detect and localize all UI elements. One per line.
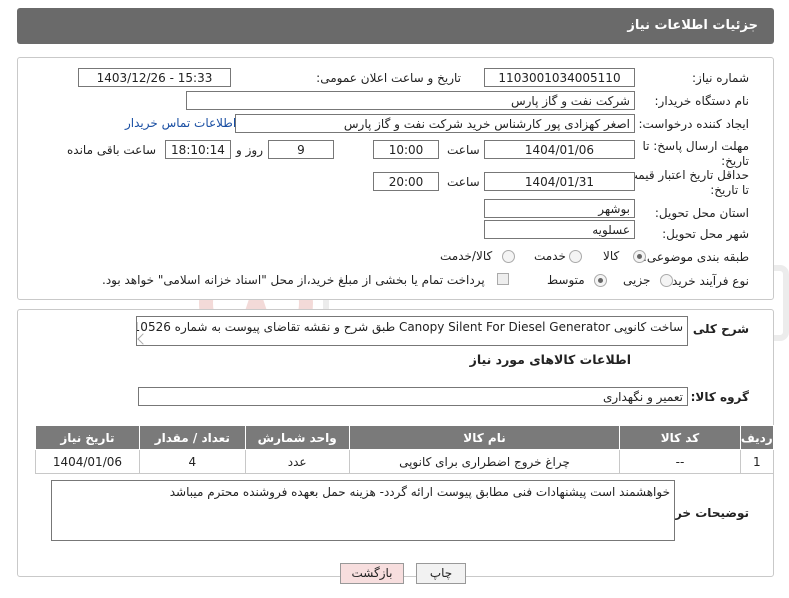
col-unit: واحد شمارش [244, 425, 350, 450]
category-radio-goods-service[interactable] [502, 250, 515, 263]
col-name: نام کالا [348, 425, 621, 450]
cell-date: 1404/01/06 [35, 449, 140, 474]
col-row: ردیف [739, 425, 775, 450]
col-qty: تعداد / مقدار [138, 425, 246, 450]
category-label: طبقه بندی موضوعی: [642, 250, 749, 264]
announce-field: 1403/12/26 - 15:33 [78, 68, 231, 87]
days-label: روز و [236, 143, 263, 157]
payment-note: پرداخت تمام یا بخشی از مبلغ خرید،از محل … [102, 273, 485, 287]
category-radio-goods[interactable] [633, 250, 646, 263]
process-option-minor: جزیی [623, 273, 651, 287]
province-field: بوشهر [484, 199, 635, 218]
need-number-label: شماره نیاز: [692, 71, 749, 85]
buyer-contact-link[interactable]: اطلاعات تماس خریدار [125, 116, 236, 130]
page-title: جزئیات اطلاعات نیاز [627, 18, 758, 33]
summary-textarea[interactable]: ساخت کانوپی Canopy Silent For Diesel Gen… [136, 316, 688, 346]
city-field: عسلویه [484, 220, 635, 239]
province-label: استان محل تحویل: [654, 206, 749, 220]
deadline-date-field: 1404/01/06 [484, 140, 635, 159]
category-option-goods: کالا [603, 249, 620, 263]
cell-qty: 4 [138, 449, 246, 474]
goods-table-header: ردیف کد کالا نام کالا واحد شمارش تعداد /… [35, 425, 775, 450]
goods-section-title: اطلاعات کالاهای مورد نیاز [469, 352, 631, 367]
days-field: 9 [268, 140, 334, 159]
process-radio-medium[interactable] [594, 274, 607, 287]
payment-checkbox[interactable] [497, 273, 509, 285]
table-row: 1 -- چراغ خروج اضطراری برای کانوپی عدد 4… [35, 449, 775, 474]
deadline-label: مهلت ارسال پاسخ: تا تاریخ: [642, 139, 749, 168]
col-code: کد کالا [619, 425, 741, 450]
cell-name: چراغ خروج اضطراری برای کانوپی [348, 449, 621, 474]
goods-table: ردیف کد کالا نام کالا واحد شمارش تعداد /… [35, 425, 775, 474]
cell-unit: عدد [244, 449, 350, 474]
buyer-notes-textarea[interactable]: خواهشمند است پیشنهادات فنی مطابق پیوست ا… [51, 480, 675, 541]
page-header: جزئیات اطلاعات نیاز [17, 8, 774, 44]
category-radio-service[interactable] [569, 250, 582, 263]
resize-grip-icon[interactable] [137, 333, 149, 345]
validity-label: حداقل تاریخ اعتبار قیمت: تا تاریخ: [622, 168, 749, 197]
cell-code: -- [619, 449, 741, 474]
deadline-time-label: ساعت [447, 143, 480, 157]
buyer-notes-text: خواهشمند است پیشنهادات فنی مطابق پیوست ا… [169, 485, 670, 499]
category-option-goods-service: کالا/خدمت [440, 249, 493, 263]
goods-group-field: تعمیر و نگهداری [138, 387, 688, 406]
summary-text: ساخت کانوپی Canopy Silent For Diesel Gen… [137, 320, 683, 334]
goods-group-label: گروه کالا: [690, 390, 749, 404]
remaining-time-field: 18:10:14 [165, 140, 231, 159]
process-label: نوع فرآیند خرید : [664, 274, 749, 288]
validity-time-field: 20:00 [373, 172, 439, 191]
cell-row: 1 [739, 449, 775, 474]
buyer-field: شرکت نفت و گاز پارس [186, 91, 635, 110]
process-radio-minor[interactable] [660, 274, 673, 287]
creator-label: ایجاد کننده درخواست: [638, 117, 749, 131]
back-button[interactable]: بازگشت [340, 563, 404, 584]
validity-time-label: ساعت [447, 175, 480, 189]
announce-label: تاریخ و ساعت اعلان عمومی: [316, 71, 461, 85]
creator-field: اصغر کهزادی پور کارشناس خرید شرکت نفت و … [235, 114, 635, 133]
city-label: شهر محل تحویل: [662, 227, 749, 241]
remaining-label: ساعت باقی مانده [67, 143, 157, 157]
print-button[interactable]: چاپ [416, 563, 466, 584]
category-option-service: خدمت [534, 249, 566, 263]
buyer-label: نام دستگاه خریدار: [654, 94, 750, 108]
validity-date-field: 1404/01/31 [484, 172, 635, 191]
col-date: تاریخ نیاز [35, 425, 140, 450]
process-option-medium: متوسط [547, 273, 585, 287]
deadline-time-field: 10:00 [373, 140, 439, 159]
need-number-field: 1103001034005110 [484, 68, 635, 87]
